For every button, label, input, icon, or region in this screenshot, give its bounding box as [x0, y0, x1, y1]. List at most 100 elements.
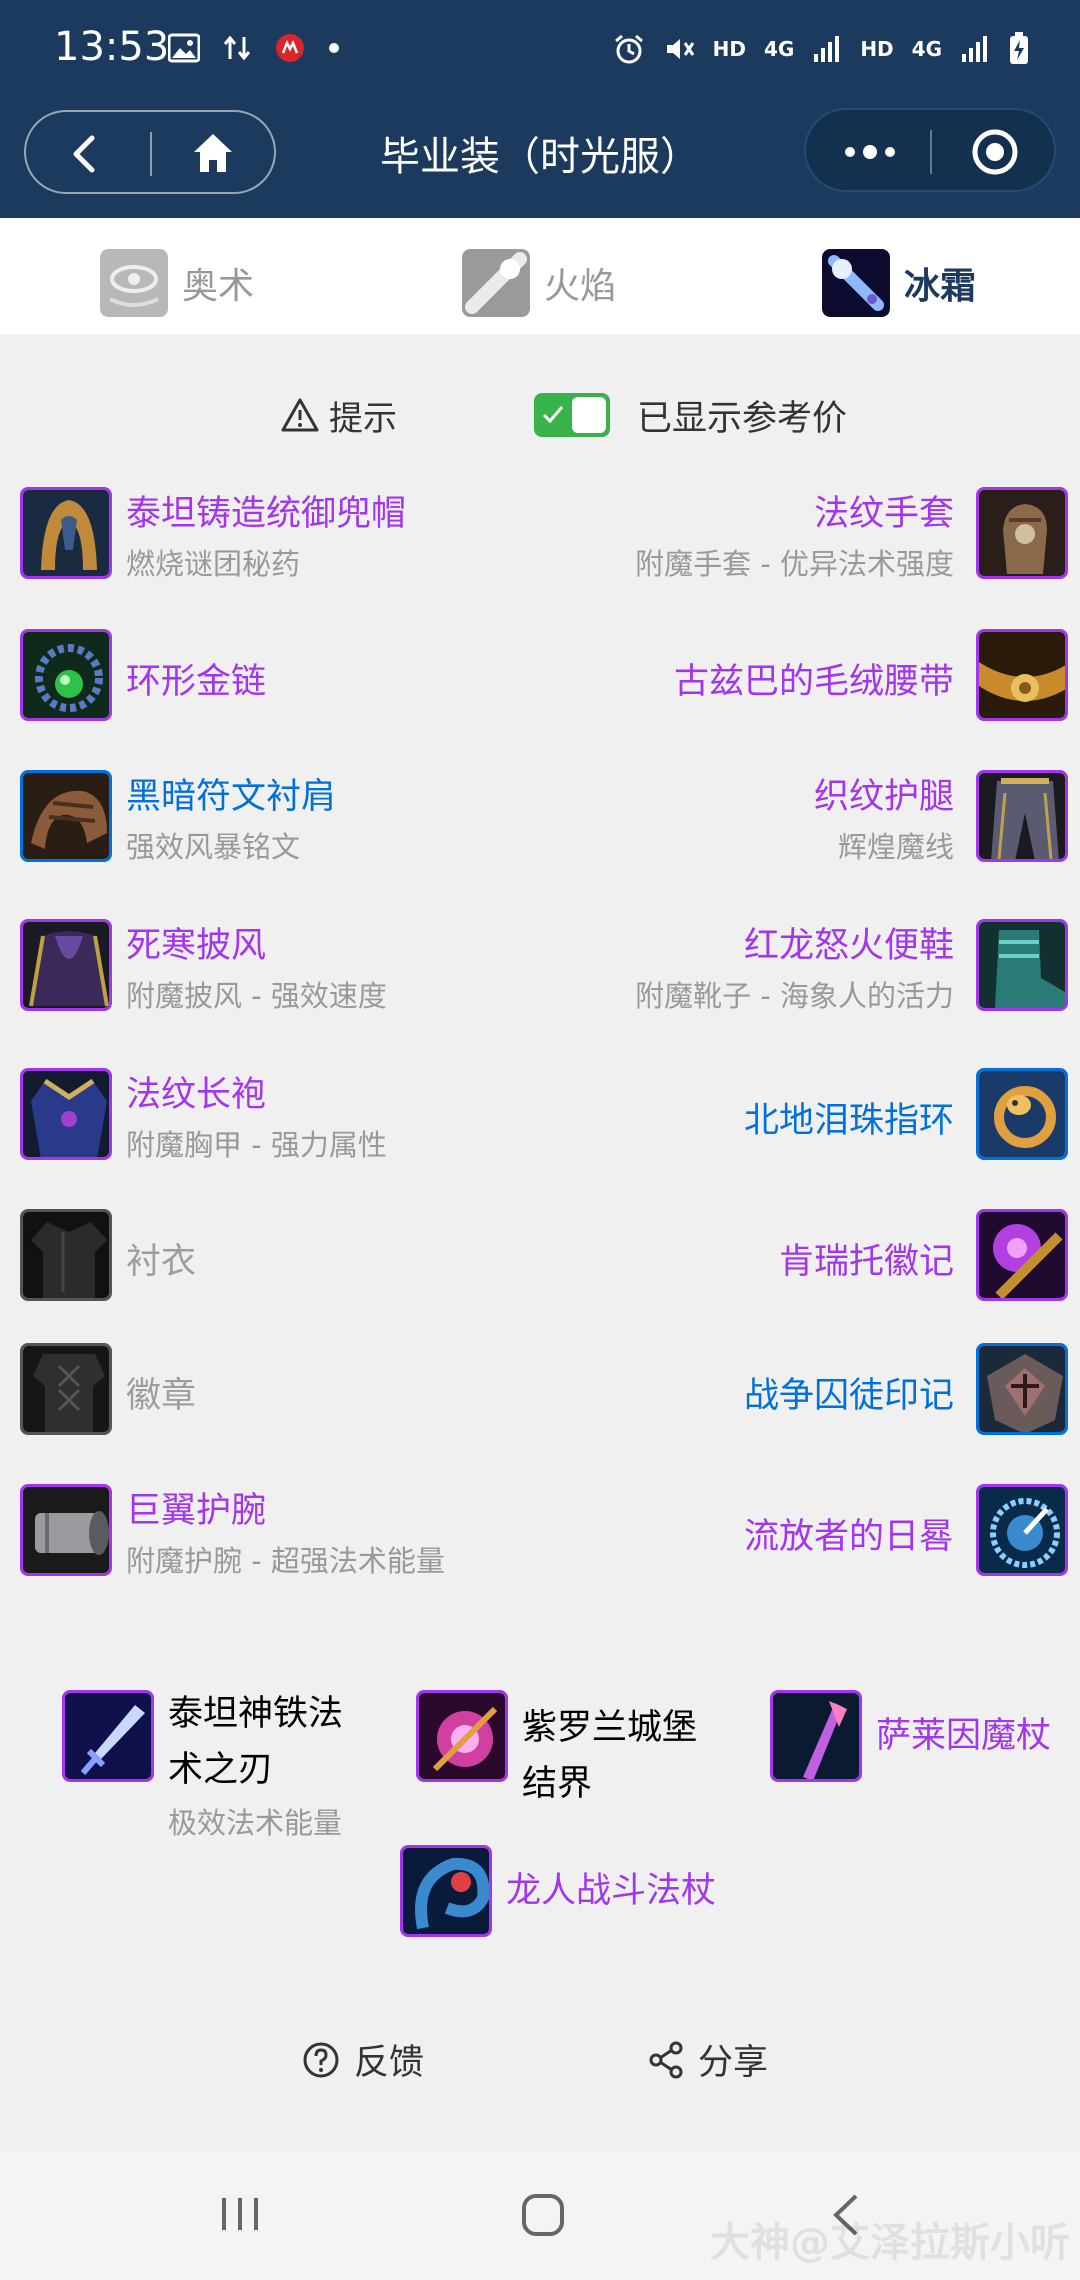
mute-icon: [666, 39, 694, 59]
gallery-icon: [168, 33, 200, 63]
gear-enchant: 附魔披风 - 强效速度: [126, 979, 387, 1013]
belt-icon: [976, 629, 1068, 721]
gear-name: 黑暗符文衬肩: [126, 777, 337, 817]
gear-item-legs[interactable]: 织纹护腿 辉煌魔线: [540, 770, 1068, 866]
watermark: 大神@艾泽拉斯小听: [710, 2220, 1070, 2266]
status-bar: 13:53 HD 4G HD 4G: [0, 0, 1080, 100]
gear-name: 流放者的日晷: [743, 1517, 954, 1557]
gear-item-feet[interactable]: 红龙怒火便鞋 附魔靴子 - 海象人的活力: [540, 919, 1068, 1015]
gear-item-cloak[interactable]: 死寒披风 附魔披风 - 强效速度: [20, 919, 540, 1015]
helmet-icon: [20, 487, 112, 579]
alarm-icon: [614, 34, 643, 64]
network-4g-1: 4G: [763, 37, 795, 61]
cloak-icon: [20, 919, 112, 1011]
trinket-icon: [976, 1343, 1068, 1435]
gear-name: 红龙怒火便鞋: [743, 926, 954, 966]
gear-item-trinket1[interactable]: 战争囚徒印记: [540, 1343, 1068, 1439]
tabard-icon: [20, 1343, 112, 1435]
warning-icon: [281, 398, 319, 432]
gear-enchant: 附魔胸甲 - 强力属性: [126, 1128, 387, 1162]
status-left-icons: [168, 32, 340, 64]
feedback-button[interactable]: 反馈: [302, 2034, 424, 2085]
robe-icon: [20, 1068, 112, 1160]
signal-icon: [814, 36, 840, 62]
tab-frost[interactable]: 冰霜: [822, 248, 976, 318]
battery-charging-icon: [1010, 32, 1028, 64]
gear-item-neck[interactable]: 环形金链: [20, 629, 540, 725]
gear-item-hands[interactable]: 法纹手套 附魔手套 - 优异法术强度: [540, 487, 1068, 583]
capsule-divider: [930, 130, 932, 174]
toggle-knob: [572, 397, 606, 433]
wand-icon: [770, 1690, 862, 1782]
tab-fire-label: 火焰: [544, 266, 617, 307]
signet-icon: [976, 1209, 1068, 1301]
weapon-enchant: 极效法术能量: [168, 1806, 343, 1840]
top-header: 13:53 HD 4G HD 4G 毕业装（时光服）: [0, 0, 1080, 218]
tab-arcane[interactable]: 奥术: [100, 248, 254, 318]
network-hd-1: HD: [712, 37, 746, 61]
sundial-icon: [976, 1484, 1068, 1576]
gear-item-trinket2[interactable]: 流放者的日晷: [540, 1484, 1068, 1580]
ring-icon: [976, 1068, 1068, 1160]
network-4g-2: 4G: [911, 37, 942, 61]
hint-button[interactable]: 提示: [255, 380, 445, 450]
gear-name: 环形金链: [126, 662, 267, 702]
weapon-name-line1: 萨莱因魔杖: [876, 1716, 1052, 1756]
gear-name: 衬衣: [126, 1242, 197, 1282]
gear-item-shoulder[interactable]: 黑暗符文衬肩 强效风暴铭文: [20, 770, 540, 866]
weapon-name-line2: 术之刃: [168, 1750, 274, 1790]
hint-label: 提示: [329, 398, 397, 439]
weapon-name-line2: 结界: [522, 1764, 593, 1804]
price-toggle[interactable]: [534, 393, 610, 437]
home-nav-icon[interactable]: [520, 2192, 566, 2238]
weapon-name-line1: 泰坦神铁法: [168, 1694, 344, 1734]
gloves-icon: [976, 487, 1068, 579]
gear-name: 北地泪珠指环: [743, 1101, 954, 1141]
gear-item-wrist[interactable]: 巨翼护腕 附魔护腕 - 超强法术能量: [20, 1484, 540, 1580]
feedback-label: 反馈: [354, 2043, 425, 2083]
weapon-staff[interactable]: 龙人战斗法杖: [400, 1845, 760, 1941]
gear-item-head[interactable]: 泰坦铸造统御兜帽 燃烧谜团秘药: [20, 487, 540, 583]
gear-name: 死寒披风: [126, 926, 267, 966]
gear-item-finger2[interactable]: 肯瑞托徽记: [540, 1209, 1068, 1305]
gear-item-chest[interactable]: 法纹长袍 附魔胸甲 - 强力属性: [20, 1068, 540, 1164]
price-toggle-label: 已显示参考价: [637, 399, 848, 439]
boots-icon: [976, 919, 1068, 1011]
tab-fire[interactable]: 火焰: [462, 248, 616, 318]
tab-frost-label: 冰霜: [904, 266, 977, 307]
spec-tabs: 奥术 火焰 冰霜: [0, 218, 1080, 334]
signal-icon-2: [962, 36, 987, 62]
shoulder-icon: [20, 770, 112, 862]
arcane-icon: [100, 249, 168, 317]
mini-program-capsule: [804, 108, 1056, 192]
gear-enchant: 附魔护腕 - 超强法术能量: [126, 1544, 445, 1578]
gear-name: 肯瑞托徽记: [778, 1242, 954, 1282]
status-time: 13:53: [54, 24, 170, 70]
recents-icon[interactable]: [218, 2192, 262, 2236]
necklace-icon: [20, 629, 112, 721]
gear-item-finger1[interactable]: 北地泪珠指环: [540, 1068, 1068, 1164]
shirt-icon: [20, 1209, 112, 1301]
share-button[interactable]: 分享: [648, 2034, 768, 2085]
dagger-icon: [62, 1690, 154, 1782]
tab-arcane-label: 奥术: [182, 266, 255, 307]
status-right-icons: HD 4G HD 4G: [613, 32, 1030, 66]
gear-enchant: 附魔靴子 - 海象人的活力: [635, 979, 954, 1013]
check-icon: [542, 406, 564, 424]
close-miniprogram-icon[interactable]: [971, 128, 1019, 176]
weapon-offhand[interactable]: 紫罗兰城堡 结界: [416, 1690, 736, 1804]
gear-enchant: 辉煌魔线: [837, 830, 954, 864]
app-notification-icon: [276, 34, 304, 62]
weapon-name-line1: 紫罗兰城堡: [522, 1708, 698, 1748]
more-icon[interactable]: [842, 134, 898, 170]
gear-enchant: 附魔手套 - 优异法术强度: [635, 547, 954, 581]
legs-icon: [976, 770, 1068, 862]
weapon-mainhand[interactable]: 泰坦神铁法 术之刃 极效法术能量: [62, 1690, 382, 1840]
gear-name: 法纹手套: [813, 494, 954, 534]
gear-item-tabard[interactable]: 徽章: [20, 1343, 540, 1439]
share-label: 分享: [698, 2043, 769, 2083]
gear-item-shirt[interactable]: 衬衣: [20, 1209, 540, 1305]
gear-item-waist[interactable]: 古兹巴的毛绒腰带: [540, 629, 1068, 725]
share-icon: [649, 2041, 683, 2078]
weapon-ranged[interactable]: 萨莱因魔杖: [770, 1690, 1070, 1786]
